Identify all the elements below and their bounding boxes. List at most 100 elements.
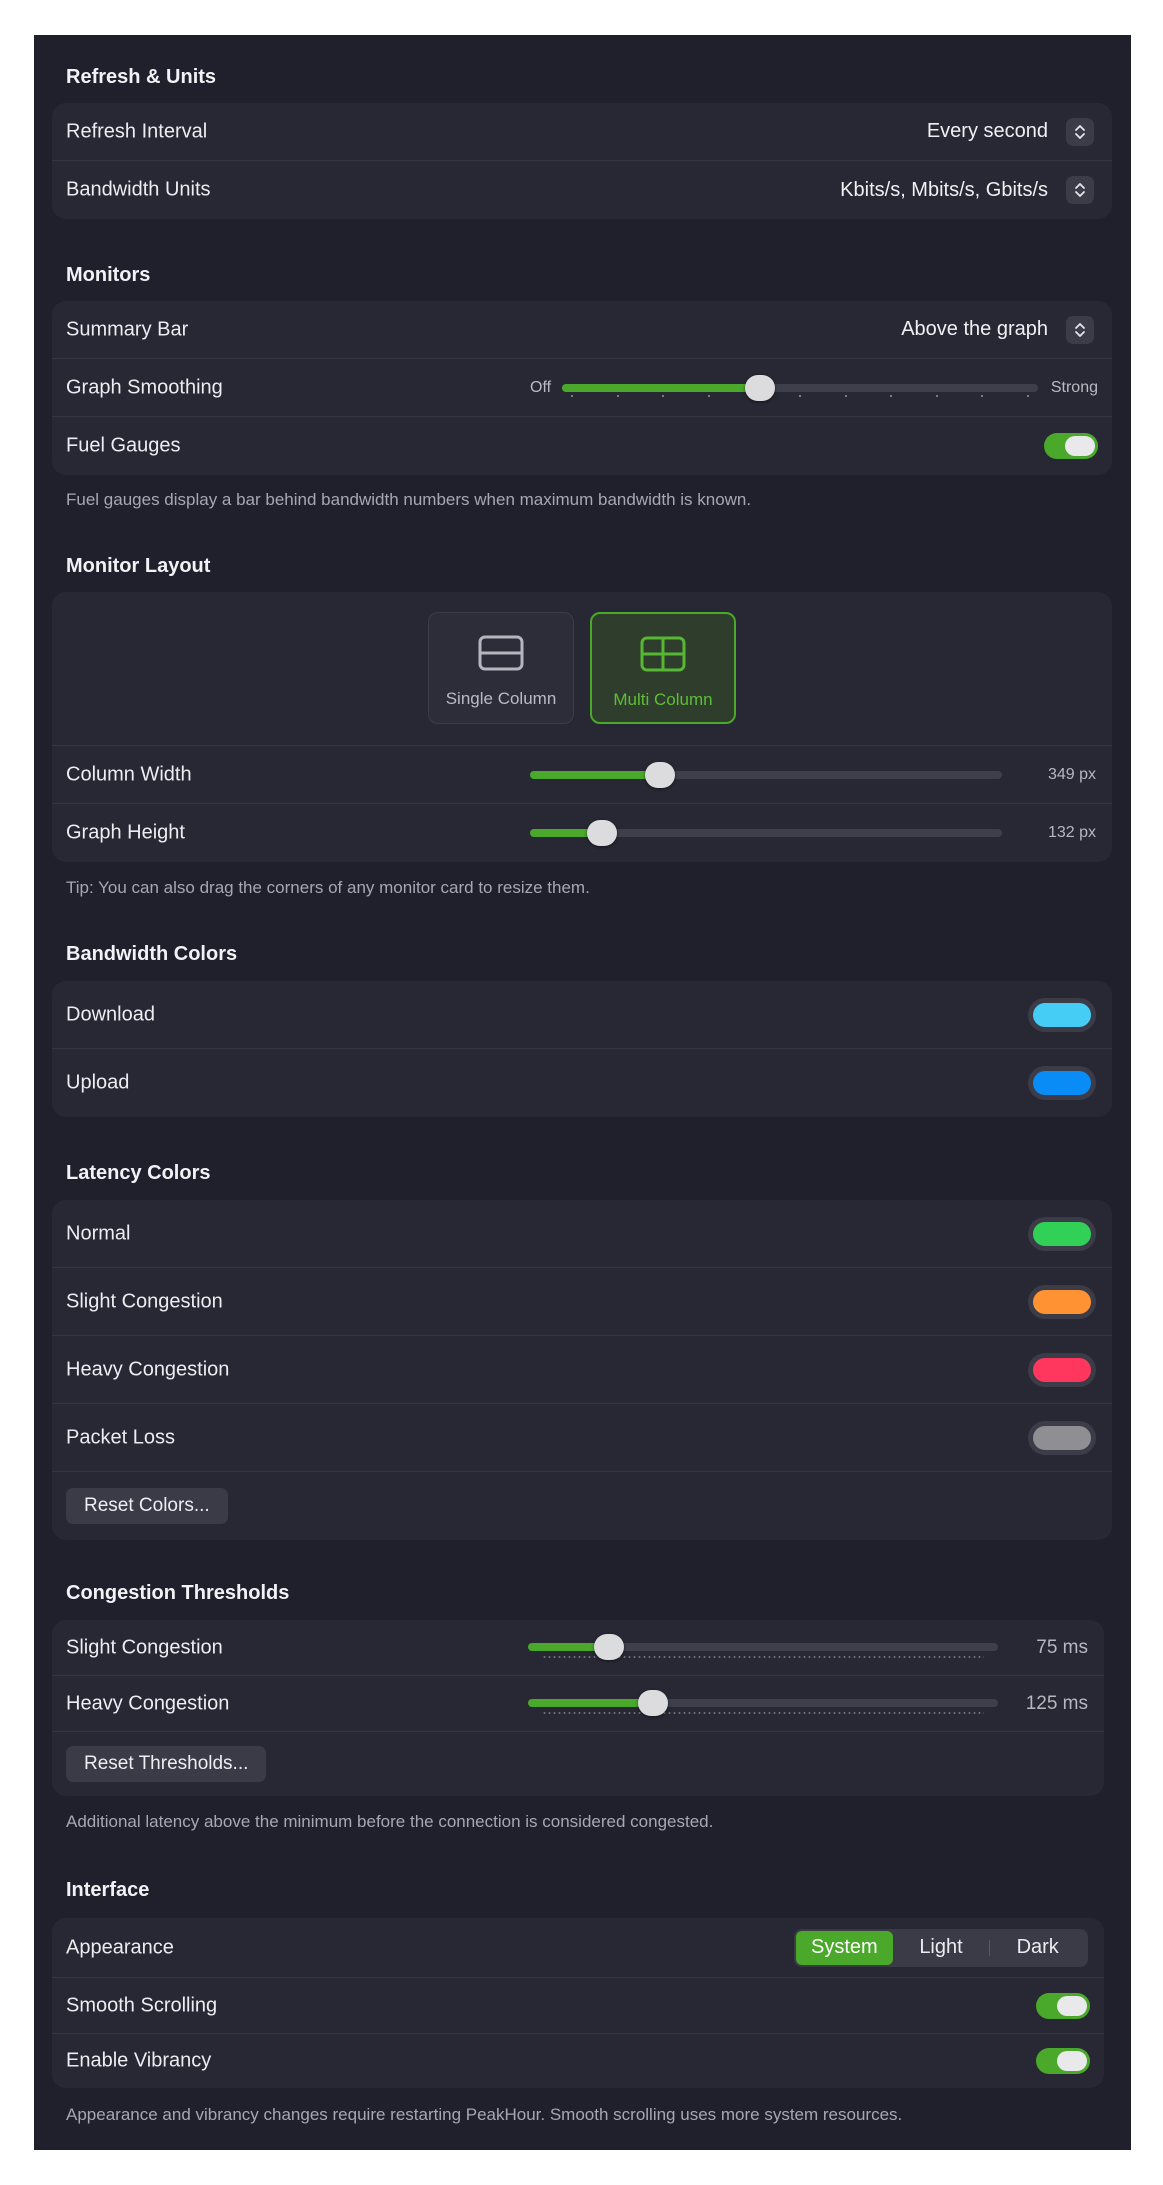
group-monitor-layout: Single Column Multi Column Column Width … bbox=[52, 592, 1112, 862]
toggle-knob bbox=[1057, 2051, 1087, 2071]
row-refresh-interval: Refresh Interval Every second bbox=[52, 103, 1112, 161]
row-fuel-gauges: Fuel Gauges bbox=[52, 417, 1112, 475]
color-swatch bbox=[1033, 1002, 1091, 1027]
color-swatch bbox=[1033, 1221, 1091, 1246]
bandwidth-units-value: Kbits/s, Mbits/s, Gbits/s bbox=[840, 178, 1048, 201]
heavy-threshold-slider[interactable] bbox=[528, 1688, 998, 1718]
reset-colors-button[interactable]: Reset Colors... bbox=[66, 1488, 228, 1524]
row-bandwidth-units: Bandwidth Units Kbits/s, Mbits/s, Gbits/… bbox=[52, 161, 1112, 219]
row-reset-thresholds: Reset Thresholds... bbox=[52, 1732, 1104, 1796]
graph-smoothing-min-label: Off bbox=[530, 378, 552, 396]
enable-vibrancy-toggle[interactable] bbox=[1036, 2048, 1090, 2074]
heavy-congestion-color-well[interactable] bbox=[1028, 1352, 1096, 1387]
smooth-scrolling-label: Smooth Scrolling bbox=[66, 1994, 218, 2016]
congestion-thresholds-note: Additional latency above the minimum bef… bbox=[66, 1812, 714, 1831]
chevron-updown-icon bbox=[1066, 117, 1094, 146]
download-color-label: Download bbox=[66, 1003, 155, 1025]
summary-bar-label: Summary Bar bbox=[66, 318, 189, 340]
slider-knob[interactable] bbox=[638, 1690, 668, 1716]
slider-knob[interactable] bbox=[744, 375, 775, 401]
row-graph-height: Graph Height 132 px bbox=[52, 804, 1112, 862]
normal-color-label: Normal bbox=[66, 1222, 131, 1244]
packet-loss-color-well[interactable] bbox=[1028, 1420, 1096, 1455]
single-column-icon bbox=[478, 635, 524, 671]
smooth-scrolling-toggle[interactable] bbox=[1036, 1992, 1090, 2019]
refresh-interval-label: Refresh Interval bbox=[66, 120, 208, 142]
refresh-interval-value: Every second bbox=[926, 120, 1048, 142]
multi-column-icon bbox=[640, 636, 686, 672]
section-title-bandwidth-colors: Bandwidth Colors bbox=[66, 943, 238, 965]
slider-ticks bbox=[571, 395, 1029, 401]
row-enable-vibrancy: Enable Vibrancy bbox=[52, 2034, 1104, 2088]
upload-color-label: Upload bbox=[66, 1071, 130, 1094]
monitors-note: Fuel gauges display a bar behind bandwid… bbox=[66, 490, 752, 509]
graph-smoothing-slider[interactable] bbox=[562, 373, 1038, 403]
section-title-monitor-layout: Monitor Layout bbox=[66, 555, 211, 577]
heavy-congestion-color-label: Heavy Congestion bbox=[66, 1358, 230, 1380]
enable-vibrancy-label: Enable Vibrancy bbox=[66, 2049, 212, 2072]
normal-color-well[interactable] bbox=[1028, 1216, 1096, 1251]
summary-bar-value: Above the graph bbox=[901, 318, 1048, 340]
color-swatch bbox=[1033, 1289, 1091, 1314]
toggle-knob bbox=[1057, 1995, 1087, 2016]
reset-thresholds-button[interactable]: Reset Thresholds... bbox=[66, 1746, 267, 1782]
download-color-well[interactable] bbox=[1028, 997, 1096, 1032]
slight-congestion-color-well[interactable] bbox=[1028, 1284, 1096, 1319]
appearance-option-system[interactable]: System bbox=[796, 1930, 893, 1965]
slider-tick bbox=[571, 395, 573, 397]
slight-congestion-color-label: Slight Congestion bbox=[66, 1290, 223, 1312]
graph-height-label: Graph Height bbox=[66, 821, 185, 844]
group-congestion-thresholds: Slight Congestion 75 ms Heavy Congestion… bbox=[52, 1620, 1104, 1796]
color-swatch bbox=[1033, 1071, 1091, 1095]
appearance-option-dark[interactable]: Dark bbox=[989, 1931, 1086, 1965]
slider-tick bbox=[616, 395, 619, 397]
appearance-segmented-control[interactable]: System Light Dark bbox=[794, 1928, 1088, 1967]
slight-threshold-value: 75 ms bbox=[1036, 1636, 1088, 1658]
column-width-value: 349 px bbox=[1047, 765, 1096, 783]
group-monitors: Summary Bar Above the graph Graph Smooth… bbox=[52, 301, 1112, 475]
row-heavy-threshold: Heavy Congestion 125 ms bbox=[52, 1676, 1104, 1732]
slider-tick bbox=[844, 395, 847, 397]
layout-option-label: Multi Column bbox=[613, 690, 713, 709]
interface-note: Appearance and vibrancy changes require … bbox=[66, 2105, 903, 2124]
row-download-color: Download bbox=[52, 981, 1112, 1049]
slider-knob[interactable] bbox=[587, 820, 618, 846]
row-slight-threshold: Slight Congestion 75 ms bbox=[52, 1620, 1104, 1676]
layout-option-multi-column[interactable]: Multi Column bbox=[590, 612, 736, 724]
group-latency-colors: Normal Slight Congestion Heavy Congestio… bbox=[52, 1200, 1112, 1540]
fuel-gauges-label: Fuel Gauges bbox=[66, 434, 181, 457]
appearance-option-light[interactable]: Light bbox=[893, 1931, 990, 1965]
slider-tick bbox=[890, 395, 893, 397]
slider-fill bbox=[562, 384, 760, 392]
layout-option-label: Single Column bbox=[445, 689, 557, 708]
row-smooth-scrolling: Smooth Scrolling bbox=[52, 1978, 1104, 2034]
slider-knob[interactable] bbox=[644, 762, 675, 788]
column-width-slider[interactable] bbox=[530, 760, 1002, 790]
heavy-threshold-value: 125 ms bbox=[1025, 1692, 1088, 1714]
slider-fill bbox=[528, 1699, 653, 1707]
row-summary-bar: Summary Bar Above the graph bbox=[52, 301, 1112, 359]
graph-height-value: 132 px bbox=[1047, 824, 1096, 841]
toggle-knob bbox=[1065, 436, 1095, 456]
row-normal-color: Normal bbox=[52, 1200, 1112, 1268]
heavy-threshold-label: Heavy Congestion bbox=[66, 1692, 230, 1714]
layout-option-single-column[interactable]: Single Column bbox=[428, 612, 574, 724]
refresh-interval-popup[interactable]: Every second bbox=[926, 117, 1094, 146]
row-packet-loss-color: Packet Loss bbox=[52, 1404, 1112, 1472]
slider-knob[interactable] bbox=[594, 1634, 624, 1660]
graph-smoothing-label: Graph Smoothing bbox=[66, 376, 223, 398]
slider-tick bbox=[707, 395, 710, 397]
row-reset-colors: Reset Colors... bbox=[52, 1472, 1112, 1540]
fuel-gauges-toggle[interactable] bbox=[1044, 433, 1098, 459]
group-refresh-units: Refresh Interval Every second Bandwidth … bbox=[52, 103, 1112, 219]
monitor-layout-note: Tip: You can also drag the corners of an… bbox=[66, 878, 590, 897]
row-slight-congestion-color: Slight Congestion bbox=[52, 1268, 1112, 1336]
slight-threshold-slider[interactable] bbox=[528, 1632, 998, 1662]
slider-tick bbox=[1027, 395, 1029, 397]
bandwidth-units-popup[interactable]: Kbits/s, Mbits/s, Gbits/s bbox=[840, 176, 1094, 204]
section-title-interface: Interface bbox=[66, 1879, 150, 1901]
row-graph-smoothing: Graph Smoothing Off Strong bbox=[52, 359, 1112, 417]
upload-color-well[interactable] bbox=[1028, 1066, 1096, 1100]
graph-height-slider[interactable] bbox=[530, 818, 1002, 848]
summary-bar-popup[interactable]: Above the graph bbox=[901, 315, 1094, 344]
